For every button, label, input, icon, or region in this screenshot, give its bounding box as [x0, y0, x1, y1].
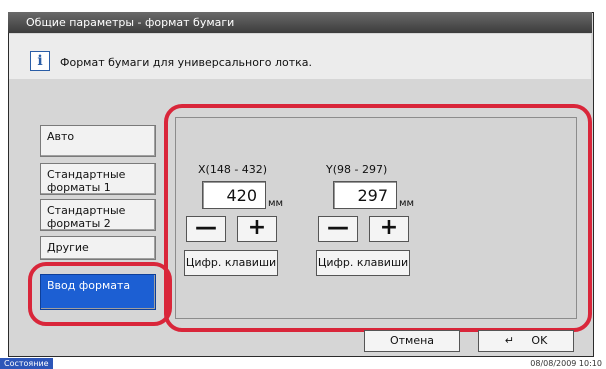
x-plus-button[interactable]: + — [237, 216, 277, 242]
option-standard-1-label: Стандартные форматы 1 — [47, 168, 126, 194]
option-standard-2-label: Стандартные форматы 2 — [47, 204, 126, 230]
x-minus-button[interactable]: — — [186, 216, 226, 242]
title-bar: Общие параметры - формат бумаги — [8, 12, 592, 33]
y-unit: мм — [399, 198, 415, 209]
option-standard-2-button[interactable]: Стандартные форматы 2 — [40, 199, 156, 231]
y-minus-button[interactable]: — — [318, 216, 358, 242]
ok-button[interactable]: ↵ OK — [478, 330, 574, 352]
y-range-label: Y(98 - 297) — [326, 163, 388, 176]
cancel-button[interactable]: Отмена — [364, 330, 460, 352]
option-other-button[interactable]: Другие — [40, 236, 156, 260]
enter-icon: ↵ — [504, 334, 514, 347]
status-datetime: 08/08/2009 10:10 — [530, 359, 602, 368]
option-standard-1-button[interactable]: Стандартные форматы 1 — [40, 163, 156, 195]
x-numeric-keys-button[interactable]: Цифр. клавиши — [184, 250, 278, 276]
info-message: Формат бумаги для универсального лотка. — [60, 56, 312, 69]
y-value: 297 — [357, 186, 388, 205]
option-auto-button[interactable]: Авто — [40, 125, 156, 157]
x-value: 420 — [226, 186, 257, 205]
option-size-entry-button[interactable]: Ввод формата — [40, 274, 156, 310]
x-range-label: X(148 - 432) — [198, 163, 268, 176]
y-numeric-keys-button[interactable]: Цифр. клавиши — [316, 250, 410, 276]
option-other-label: Другие — [47, 241, 89, 254]
x-value-field[interactable]: 420 — [202, 181, 266, 209]
status-button[interactable]: Состояние — [0, 358, 53, 369]
y-value-field[interactable]: 297 — [333, 181, 397, 209]
ok-label: OK — [531, 334, 548, 347]
option-auto-label: Авто — [47, 130, 75, 143]
option-size-entry-label: Ввод формата — [47, 279, 131, 292]
info-icon: i — [30, 51, 50, 71]
x-unit: мм — [268, 198, 284, 209]
y-plus-button[interactable]: + — [369, 216, 409, 242]
dialog-title: Общие параметры - формат бумаги — [26, 16, 235, 29]
